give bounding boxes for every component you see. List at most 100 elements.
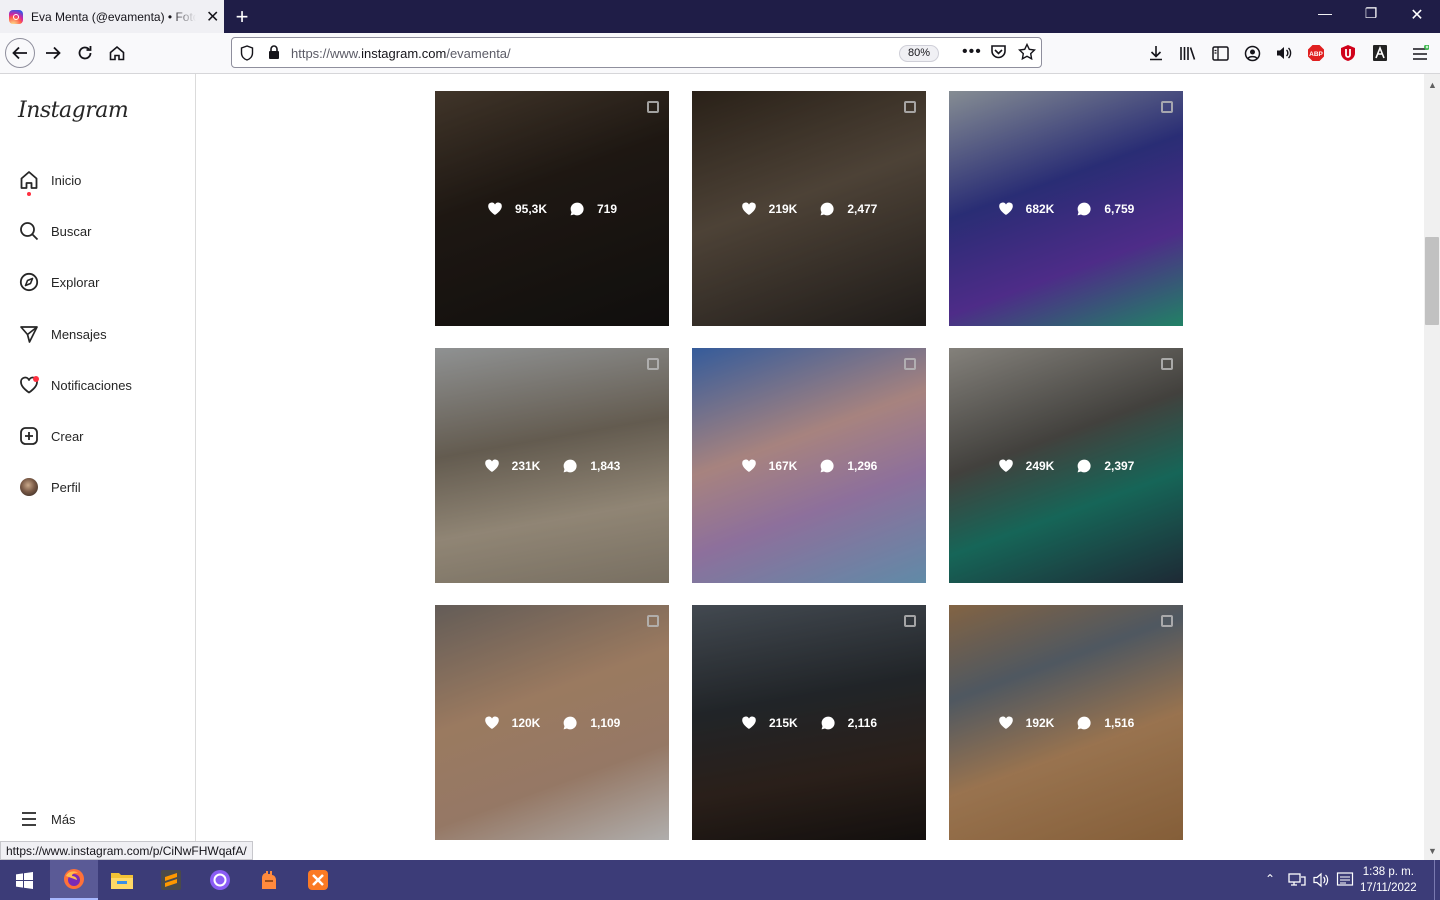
link-status-bar: https://www.instagram.com/p/CiNwFHWqafA/: [0, 841, 253, 860]
baseball-glove-app-icon[interactable]: [245, 860, 293, 900]
post-tile[interactable]: 249K 2,397: [949, 348, 1183, 583]
scroll-up-arrow-icon[interactable]: ▲: [1428, 80, 1437, 90]
post-tile[interactable]: 120K 1,109: [435, 605, 669, 840]
post-tile[interactable]: 231K 1,843: [435, 348, 669, 583]
post-hover-overlay: 249K 2,397: [949, 348, 1183, 583]
show-desktop-divider[interactable]: [1434, 860, 1435, 900]
likes-count: 231K: [484, 458, 540, 473]
address-bar[interactable]: https://www.instagram.com/evamenta/ 80% …: [231, 37, 1042, 68]
firefox-taskbar-icon[interactable]: [50, 860, 98, 900]
scrollbar-thumb[interactable]: [1425, 237, 1439, 325]
post-tile[interactable]: 682K 6,759: [949, 91, 1183, 326]
page-scrollbar[interactable]: ▲ ▼: [1424, 74, 1440, 860]
post-tile[interactable]: 219K 2,477: [692, 91, 926, 326]
comments-value: 719: [597, 201, 618, 216]
lock-icon[interactable]: [268, 45, 280, 63]
browser-toolbar: https://www.instagram.com/evamenta/ 80% …: [0, 33, 1440, 74]
speaker-icon[interactable]: [1274, 43, 1294, 63]
tracking-shield-icon[interactable]: [240, 45, 254, 64]
post-hover-overlay: 215K 2,116: [692, 605, 926, 840]
post-tile[interactable]: 192K 1,516: [949, 605, 1183, 840]
volume-icon[interactable]: [1312, 872, 1330, 891]
pocket-icon[interactable]: [990, 44, 1007, 63]
sublime-text-icon[interactable]: [147, 860, 195, 900]
avatar: [18, 476, 40, 498]
instagram-favicon-icon: [9, 9, 23, 24]
file-explorer-icon[interactable]: [98, 860, 146, 900]
sidebar-item-inicio[interactable]: Inicio: [18, 167, 82, 196]
scroll-down-arrow-icon[interactable]: ▼: [1428, 846, 1437, 856]
ublock-icon[interactable]: [1338, 43, 1358, 63]
comments-value: 6,759: [1104, 201, 1135, 216]
post-tile[interactable]: 167K 1,296: [692, 348, 926, 583]
sidebar-item-mas[interactable]: Más: [18, 806, 76, 832]
sidebar-item-label: Explorar: [51, 274, 100, 290]
home-button[interactable]: [102, 38, 132, 68]
post-hover-overlay: 120K 1,109: [435, 605, 669, 840]
post-hover-overlay: 219K 2,477: [692, 91, 926, 326]
comments-value: 2,477: [847, 201, 878, 216]
taskbar-clock[interactable]: 1:38 p. m. 17/11/2022: [1360, 864, 1417, 896]
likes-value: 215K: [768, 715, 798, 730]
minimize-button[interactable]: —: [1302, 5, 1348, 21]
sidebar-toggle-icon[interactable]: [1210, 43, 1230, 63]
likes-count: 215K: [741, 715, 798, 730]
sidebar-item-crear[interactable]: Crear: [18, 423, 84, 449]
comments-count: 2,397: [1076, 458, 1134, 474]
comment-bubble-icon: [1076, 201, 1098, 217]
account-icon[interactable]: [1242, 43, 1262, 63]
close-tab-icon[interactable]: ✕: [206, 7, 219, 27]
forward-button[interactable]: [38, 38, 68, 68]
windows-start-icon[interactable]: [0, 860, 48, 900]
comment-bubble-icon: [819, 201, 841, 217]
downloads-icon[interactable]: [1146, 43, 1166, 63]
url-path: /evamenta/: [446, 46, 511, 61]
url-text[interactable]: https://www.instagram.com/evamenta/: [291, 46, 511, 61]
menu-icon[interactable]: [1410, 43, 1430, 63]
comments-value: 1,516: [1104, 715, 1135, 730]
browser-tab[interactable]: Eva Menta (@evamenta) • Fotos ✕: [0, 0, 224, 33]
xampp-icon[interactable]: [294, 860, 342, 900]
sidebar-item-perfil[interactable]: Perfil: [18, 474, 81, 500]
back-button[interactable]: [5, 38, 35, 68]
post-tile[interactable]: 215K 2,116: [692, 605, 926, 840]
github-desktop-icon[interactable]: [196, 860, 244, 900]
restore-button[interactable]: ❐: [1348, 5, 1394, 22]
zoom-indicator[interactable]: 80%: [899, 45, 940, 62]
sidebar-item-notificaciones[interactable]: Notificaciones: [18, 372, 132, 398]
likes-count: 95,3K: [487, 201, 547, 216]
post-hover-overlay: 682K 6,759: [949, 91, 1183, 326]
sidebar-item-explorar[interactable]: Explorar: [18, 269, 99, 295]
comments-count: 1,516: [1076, 715, 1134, 731]
likes-count: 682K: [998, 201, 1054, 216]
likes-value: 167K: [768, 458, 798, 473]
network-icon[interactable]: [1288, 872, 1306, 891]
library-icon[interactable]: [1178, 43, 1198, 63]
post-tile[interactable]: 95,3K 719: [435, 91, 669, 326]
compass-icon: [18, 271, 40, 293]
sidebar-item-label: Más: [51, 811, 76, 827]
comment-bubble-icon: [569, 201, 591, 217]
plus-square-icon: [18, 425, 40, 447]
heart-icon: [484, 458, 506, 473]
adblock-plus-icon[interactable]: ABP: [1306, 43, 1326, 63]
new-tab-button[interactable]: +: [230, 4, 254, 30]
instagram-logo[interactable]: Instagram: [18, 98, 129, 123]
bookmark-star-icon[interactable]: [1017, 42, 1037, 64]
page-actions-icon[interactable]: •••: [962, 43, 982, 61]
comment-bubble-icon: [819, 458, 841, 474]
sidebar-item-label: Inicio: [51, 172, 82, 188]
comments-count: 1,843: [562, 458, 620, 474]
heart-icon: [998, 458, 1020, 473]
likes-count: 167K: [741, 458, 798, 473]
extension-icon[interactable]: [1370, 43, 1390, 63]
sidebar-item-label: Crear: [51, 428, 84, 444]
comment-bubble-icon: [1076, 458, 1098, 474]
sidebar-item-mensajes[interactable]: Mensajes: [18, 321, 107, 347]
keyboard-language-icon[interactable]: [1336, 871, 1354, 892]
post-hover-overlay: 231K 1,843: [435, 348, 669, 583]
close-window-button[interactable]: ✕: [1394, 5, 1440, 25]
reload-button[interactable]: [70, 38, 100, 68]
chevron-up-icon[interactable]: ⌃: [1265, 872, 1275, 886]
sidebar-item-buscar[interactable]: Buscar: [18, 218, 91, 244]
